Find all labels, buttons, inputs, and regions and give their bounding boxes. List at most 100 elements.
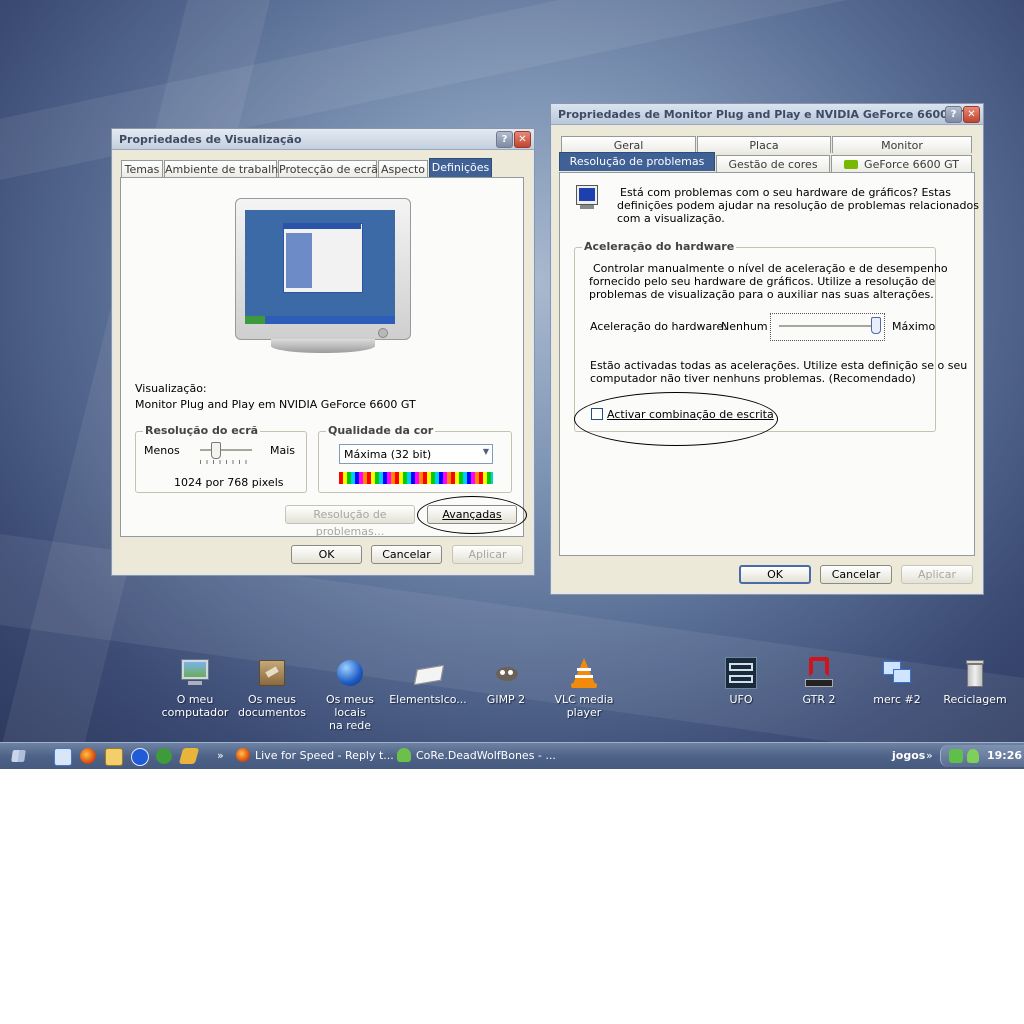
annotation-ellipse xyxy=(574,392,778,446)
toolbar-label-jogos[interactable]: jogos xyxy=(892,747,925,765)
network-places-icon xyxy=(334,657,366,689)
intro-line-3: com a visualização. xyxy=(617,212,725,225)
ok-button[interactable]: OK xyxy=(739,565,811,584)
start-button[interactable] xyxy=(8,747,30,765)
help-button[interactable]: ? xyxy=(496,131,513,148)
toolbar-chevron[interactable]: » xyxy=(926,747,933,765)
desktop-icon-my-computer[interactable]: O meu computador xyxy=(156,657,234,719)
tab-monitor[interactable]: Monitor xyxy=(832,136,972,153)
resolution-group: Resolução do ecrã Menos Mais 1024 por 76… xyxy=(135,424,307,493)
monitor-properties-window: Propriedades de Monitor Plug and Play e … xyxy=(550,103,984,595)
accel-slider-thumb[interactable] xyxy=(871,317,881,334)
apply-button[interactable]: Aplicar xyxy=(901,565,973,584)
icon-label: na rede xyxy=(328,719,371,732)
none-label: Nenhum xyxy=(721,320,768,333)
tab-geral[interactable]: Geral xyxy=(561,136,696,153)
color-quality-select[interactable]: Máxima (32 bit) ▼ xyxy=(339,444,493,464)
display-device: Monitor Plug and Play em NVIDIA GeForce … xyxy=(135,398,416,411)
quicklaunch-folder-icon[interactable] xyxy=(105,748,123,766)
accel-slider[interactable] xyxy=(770,313,885,341)
tab-placa[interactable]: Placa xyxy=(697,136,831,153)
accel-desc-1: Controlar manualmente o nível de acelera… xyxy=(593,262,948,275)
desktop-icon-vlc[interactable]: VLC media player xyxy=(545,657,623,719)
accel-desc-3: problemas de visualização para o auxilia… xyxy=(589,288,934,301)
desktop-icon-my-documents[interactable]: Os meus documentos xyxy=(233,657,311,719)
desktop-icon-merc[interactable]: merc #2 xyxy=(858,657,936,706)
icon-label: documentos xyxy=(238,706,306,719)
desktop-icon-recycle-bin[interactable]: Reciclagem xyxy=(936,657,1014,706)
ok-button[interactable]: OK xyxy=(291,545,362,564)
cancel-button[interactable]: Cancelar xyxy=(371,545,442,564)
accel-desc-2: fornecido pelo seu hardware de gráficos.… xyxy=(589,275,936,288)
system-tray: 19:26 xyxy=(940,745,1024,767)
quicklaunch-utorrent-icon[interactable] xyxy=(156,748,172,764)
monitor-icon xyxy=(576,185,598,205)
windows-flag-icon xyxy=(11,750,26,762)
tab-gestao-cores[interactable]: Gestão de cores xyxy=(716,155,830,172)
monitor-properties-titlebar[interactable]: Propriedades de Monitor Plug and Play e … xyxy=(551,104,983,125)
icon-label: Reciclagem xyxy=(943,693,1007,706)
less-label: Menos xyxy=(144,444,180,457)
troubleshoot-panel: Está com problemas com o seu hardware de… xyxy=(559,172,979,556)
icon-label: Os meus xyxy=(247,693,297,706)
desktop-icon-gimp[interactable]: GIMP 2 xyxy=(467,657,545,706)
tab-temas[interactable]: Temas xyxy=(121,160,163,177)
tab-geforce[interactable]: GeForce 6600 GT xyxy=(831,155,972,172)
status-line-1: Estão activadas todas as acelerações. Ut… xyxy=(590,359,968,372)
troubleshoot-button[interactable]: Resolução de problemas... xyxy=(285,505,415,538)
messenger-tray-icon[interactable] xyxy=(967,749,979,763)
tab-resolucao-problemas[interactable]: Resolução de problemas xyxy=(559,152,715,171)
my-computer-icon xyxy=(179,657,211,689)
icon-label: Os meus locais xyxy=(325,693,375,719)
window-title: Propriedades de Visualização xyxy=(119,133,302,146)
desktop: Propriedades de Visualização ? ✕ Temas A… xyxy=(0,0,1024,742)
quicklaunch-firefox-icon[interactable] xyxy=(80,748,96,764)
tab-aspecto[interactable]: Aspecto xyxy=(378,160,428,177)
apply-button[interactable]: Aplicar xyxy=(452,545,523,564)
icon-label: GIMP 2 xyxy=(486,693,526,706)
resolution-value: 1024 por 768 pixels xyxy=(174,476,284,489)
nvidia-icon xyxy=(844,160,859,169)
icon-label: VLC media xyxy=(554,693,614,706)
tab-ambiente[interactable]: Ambiente de trabalho xyxy=(164,160,285,177)
firefox-icon xyxy=(236,748,250,762)
my-documents-icon xyxy=(256,657,288,689)
quicklaunch-ie-icon[interactable] xyxy=(54,748,72,766)
color-quality-value: Máxima (32 bit) xyxy=(344,448,432,461)
tab-proteccao[interactable]: Protecção de ecrã xyxy=(278,160,378,177)
cancel-button[interactable]: Cancelar xyxy=(820,565,892,584)
network-tray-icon[interactable] xyxy=(949,749,963,763)
icon-label: O meu xyxy=(176,693,214,706)
desktop-icon-network-places[interactable]: Os meus locais na rede xyxy=(311,657,389,732)
close-button[interactable]: ✕ xyxy=(514,131,531,148)
desktop-icon-elements[interactable]: ElementsIco... xyxy=(389,657,467,706)
resolution-slider-thumb[interactable] xyxy=(211,442,221,459)
icon-label: computador xyxy=(161,706,229,719)
color-quality-group: Qualidade da cor Máxima (32 bit) ▼ xyxy=(318,424,512,493)
desktop-icon-ufo[interactable]: UFO xyxy=(702,657,780,706)
clock: 19:26 xyxy=(987,749,1023,762)
tab-definicoes[interactable]: Definições xyxy=(429,158,492,177)
annotation-ellipse xyxy=(417,496,527,534)
accel-group-label: Aceleração do hardware xyxy=(582,240,737,253)
close-button[interactable]: ✕ xyxy=(963,106,980,123)
quicklaunch-chevron[interactable]: » xyxy=(217,747,224,765)
monitor-screen xyxy=(245,210,395,324)
resolution-slider-track xyxy=(200,449,252,451)
help-button[interactable]: ? xyxy=(945,106,962,123)
more-label: Mais xyxy=(270,444,296,457)
desktop-icon-gtr2[interactable]: GTR 2 xyxy=(780,657,858,706)
icon-label: GTR 2 xyxy=(802,693,836,706)
display-properties-titlebar[interactable]: Propriedades de Visualização ? ✕ xyxy=(112,129,534,150)
taskbar-button-core[interactable]: CoRe.DeadWolfBones - ... xyxy=(397,747,557,765)
merc-icon xyxy=(881,657,913,689)
quicklaunch-shortcut-icon[interactable] xyxy=(178,748,200,764)
icon-label: merc #2 xyxy=(873,693,921,706)
gimp-icon xyxy=(490,657,522,689)
resolution-slider-ticks xyxy=(200,460,252,464)
settings-panel: Visualização: Monitor Plug and Play em N… xyxy=(120,177,527,538)
max-label: Máximo xyxy=(892,320,936,333)
vlc-icon xyxy=(568,657,600,689)
taskbar-button-live-for-speed[interactable]: Live for Speed - Reply t... xyxy=(236,747,394,765)
quicklaunch-download-icon[interactable] xyxy=(131,748,149,766)
